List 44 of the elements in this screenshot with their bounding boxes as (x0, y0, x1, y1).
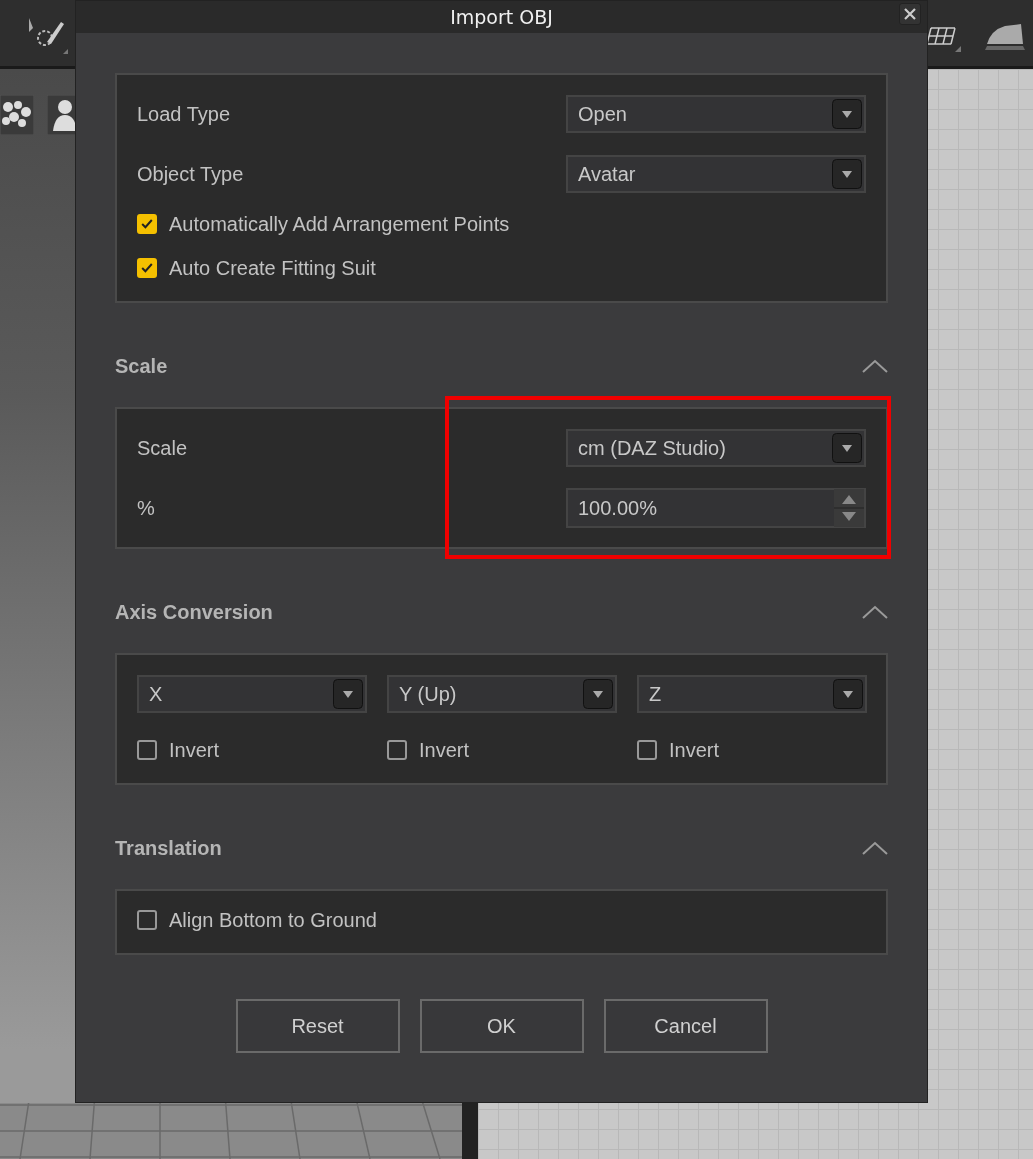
section-heading: Axis Conversion (115, 600, 273, 624)
collapse-chevron-icon[interactable] (862, 841, 888, 855)
dots-icon[interactable] (0, 95, 34, 135)
field-label: % (137, 496, 155, 520)
close-icon (904, 8, 916, 20)
spin-arrows-icon[interactable] (834, 489, 864, 527)
caret-icon (833, 679, 863, 709)
person-icon[interactable] (47, 95, 77, 135)
checkbox[interactable] (137, 258, 157, 278)
section-heading: Scale (115, 354, 168, 378)
dialog-button[interactable]: OK (419, 999, 584, 1053)
field-label: Scale (137, 436, 188, 460)
dropdown[interactable]: cm (DAZ Studio) (566, 429, 866, 467)
field-label: Object Type (137, 162, 244, 186)
caret-icon (832, 99, 862, 129)
checkbox[interactable] (137, 214, 157, 234)
dropdown[interactable]: X (137, 675, 367, 713)
close-button[interactable] (899, 3, 921, 25)
dropdown[interactable]: Y (Up) (387, 675, 617, 713)
dropdown[interactable]: Open (566, 95, 866, 133)
checkbox-label: Invert (669, 738, 720, 762)
dropdown[interactable]: Avatar (566, 155, 866, 193)
caret-icon (333, 679, 363, 709)
caret-icon (832, 433, 862, 463)
window-title: Import OBJ (450, 6, 553, 28)
dialog-button[interactable]: Cancel (603, 999, 768, 1053)
checkbox-label: Align Bottom to Ground (169, 908, 377, 932)
checkbox-label: Invert (419, 738, 470, 762)
caret-icon (832, 159, 862, 189)
checkbox[interactable] (137, 910, 157, 930)
checkbox[interactable] (637, 740, 657, 760)
checkbox-label: Auto Create Fitting Suit (169, 256, 376, 280)
collapse-chevron-icon[interactable] (862, 605, 888, 619)
spin-box[interactable]: 100.00% (566, 488, 866, 528)
caret-icon (583, 679, 613, 709)
section-heading: Translation (115, 836, 222, 860)
dialog-button[interactable]: Reset (235, 999, 400, 1053)
collapse-chevron-icon[interactable] (862, 359, 888, 373)
checkbox[interactable] (387, 740, 407, 760)
checkbox-label: Automatically Add Arrangement Points (169, 212, 510, 236)
dropdown[interactable]: Z (637, 675, 867, 713)
checkbox[interactable] (137, 740, 157, 760)
checkbox-label: Invert (169, 738, 220, 762)
field-label: Load Type (137, 102, 231, 126)
